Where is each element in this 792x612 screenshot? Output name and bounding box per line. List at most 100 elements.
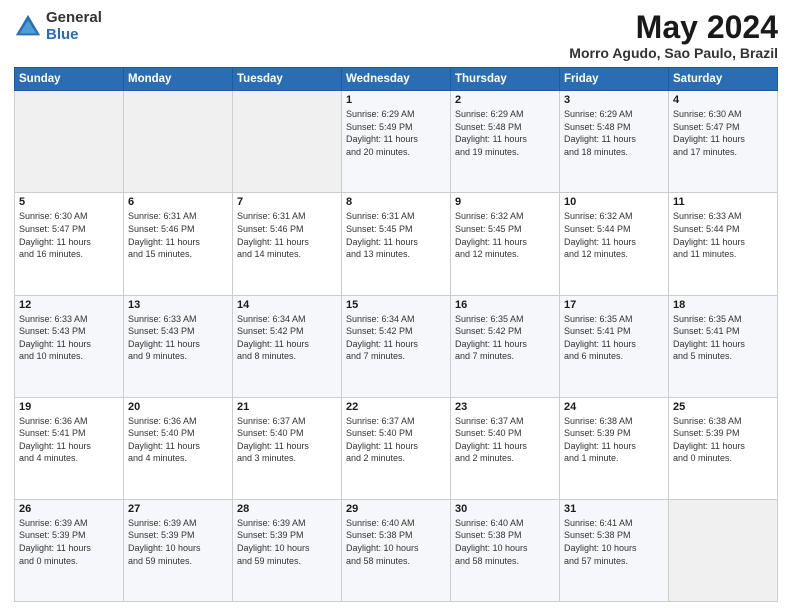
day-info-w1-d5: Sunrise: 6:32 AMSunset: 5:44 PMDaylight:… [564,210,664,260]
calendar-cell-w2-d5: 17Sunrise: 6:35 AMSunset: 5:41 PMDayligh… [560,295,669,397]
calendar-cell-w4-d6 [669,499,778,601]
calendar-cell-w1-d3: 8 Sunrise: 6:31 AMSunset: 5:45 PMDaylight… [342,193,451,295]
day-info-w3-d4: Sunrise: 6:37 AMSunset: 5:40 PMDaylight:… [455,415,555,465]
calendar-cell-w4-d4: 30Sunrise: 6:40 AMSunset: 5:38 PMDayligh… [451,499,560,601]
calendar-week-1: 5 Sunrise: 6:30 AMSunset: 5:47 PMDaylight… [15,193,778,295]
day-number-w3-d1: 20 [128,401,228,413]
calendar-cell-w1-d2: 7 Sunrise: 6:31 AMSunset: 5:46 PMDaylight… [233,193,342,295]
day-number-w1-d6: 11 [673,196,773,208]
day-number-w1-d0: 5 [19,196,119,208]
calendar-cell-w2-d4: 16 Sunrise: 6:35 AMSunset: 5:42 PMDayligh… [451,295,560,397]
calendar-cell-w0-d6: 4Sunrise: 6:30 AMSunset: 5:47 PMDaylight… [669,91,778,193]
day-number-w3-d5: 24 [564,401,664,413]
day-number-w4-d5: 31 [564,503,664,515]
page: General Blue May 2024 Morro Agudo, Sao P… [0,0,792,612]
calendar-cell-w2-d2: 14 Sunrise: 6:34 AMSunset: 5:42 PMDayligh… [233,295,342,397]
day-info-w3-d3: Sunrise: 6:37 AMSunset: 5:40 PMDaylight:… [346,415,446,465]
calendar-cell-w1-d0: 5 Sunrise: 6:30 AMSunset: 5:47 PMDaylight… [15,193,124,295]
logo-text: General Blue [46,10,102,43]
calendar-cell-w0-d4: 2 Sunrise: 6:29 AMSunset: 5:48 PMDaylight… [451,91,560,193]
day-info-w1-d4: Sunrise: 6:32 AMSunset: 5:45 PMDaylight:… [455,210,555,260]
day-number-w0-d6: 4 [673,94,773,106]
day-number-w2-d3: 15 [346,299,446,311]
logo-blue-text: Blue [46,27,102,44]
calendar-week-3: 19 Sunrise: 6:36 AMSunset: 5:41 PMDayligh… [15,397,778,499]
calendar-cell-w3-d6: 25Sunrise: 6:38 AMSunset: 5:39 PMDayligh… [669,397,778,499]
calendar-week-0: 1 Sunrise: 6:29 AMSunset: 5:49 PMDaylight… [15,91,778,193]
calendar-cell-w0-d2 [233,91,342,193]
calendar-cell-w3-d2: 21 Sunrise: 6:37 AMSunset: 5:40 PMDayligh… [233,397,342,499]
day-number-w3-d6: 25 [673,401,773,413]
day-info-w0-d4: Sunrise: 6:29 AMSunset: 5:48 PMDaylight:… [455,108,555,158]
day-number-w0-d4: 2 [455,94,555,106]
calendar-cell-w1-d1: 6 Sunrise: 6:31 AMSunset: 5:46 PMDaylight… [124,193,233,295]
title-block: May 2024 Morro Agudo, Sao Paulo, Brazil [569,10,778,61]
day-number-w1-d3: 8 [346,196,446,208]
day-number-w1-d2: 7 [237,196,337,208]
day-info-w2-d0: Sunrise: 6:33 AMSunset: 5:43 PMDaylight:… [19,313,119,363]
day-info-w2-d1: Sunrise: 6:33 AMSunset: 5:43 PMDaylight:… [128,313,228,363]
calendar-cell-w2-d3: 15Sunrise: 6:34 AMSunset: 5:42 PMDayligh… [342,295,451,397]
day-number-w3-d0: 19 [19,401,119,413]
day-info-w4-d1: Sunrise: 6:39 AMSunset: 5:39 PMDaylight:… [128,517,228,567]
title-month: May 2024 [569,10,778,45]
calendar-cell-w2-d0: 12 Sunrise: 6:33 AMSunset: 5:43 PMDayligh… [15,295,124,397]
day-info-w1-d3: Sunrise: 6:31 AMSunset: 5:45 PMDaylight:… [346,210,446,260]
day-number-w2-d2: 14 [237,299,337,311]
day-info-w1-d2: Sunrise: 6:31 AMSunset: 5:46 PMDaylight:… [237,210,337,260]
day-info-w4-d0: Sunrise: 6:39 AMSunset: 5:39 PMDaylight:… [19,517,119,567]
calendar-week-2: 12 Sunrise: 6:33 AMSunset: 5:43 PMDayligh… [15,295,778,397]
header: General Blue May 2024 Morro Agudo, Sao P… [14,10,778,61]
header-tuesday: Tuesday [233,68,342,91]
calendar-cell-w0-d0 [15,91,124,193]
day-number-w4-d0: 26 [19,503,119,515]
day-info-w2-d4: Sunrise: 6:35 AMSunset: 5:42 PMDaylight:… [455,313,555,363]
calendar-cell-w1-d4: 9Sunrise: 6:32 AMSunset: 5:45 PMDaylight… [451,193,560,295]
day-info-w4-d2: Sunrise: 6:39 AMSunset: 5:39 PMDaylight:… [237,517,337,567]
day-info-w1-d0: Sunrise: 6:30 AMSunset: 5:47 PMDaylight:… [19,210,119,260]
calendar-cell-w0-d3: 1 Sunrise: 6:29 AMSunset: 5:49 PMDaylight… [342,91,451,193]
day-number-w2-d0: 12 [19,299,119,311]
calendar-cell-w4-d3: 29 Sunrise: 6:40 AMSunset: 5:38 PMDayligh… [342,499,451,601]
day-number-w4-d1: 27 [128,503,228,515]
calendar-header-row: Sunday Monday Tuesday Wednesday Thursday… [15,68,778,91]
calendar-cell-w3-d3: 22 Sunrise: 6:37 AMSunset: 5:40 PMDayligh… [342,397,451,499]
day-info-w4-d5: Sunrise: 6:41 AMSunset: 5:38 PMDaylight:… [564,517,664,567]
calendar-cell-w1-d6: 11 Sunrise: 6:33 AMSunset: 5:44 PMDayligh… [669,193,778,295]
day-number-w0-d5: 3 [564,94,664,106]
calendar-cell-w3-d5: 24Sunrise: 6:38 AMSunset: 5:39 PMDayligh… [560,397,669,499]
header-wednesday: Wednesday [342,68,451,91]
day-info-w0-d3: Sunrise: 6:29 AMSunset: 5:49 PMDaylight:… [346,108,446,158]
calendar-cell-w4-d5: 31 Sunrise: 6:41 AMSunset: 5:38 PMDayligh… [560,499,669,601]
day-number-w3-d3: 22 [346,401,446,413]
calendar-cell-w4-d1: 27 Sunrise: 6:39 AMSunset: 5:39 PMDayligh… [124,499,233,601]
header-thursday: Thursday [451,68,560,91]
day-info-w1-d6: Sunrise: 6:33 AMSunset: 5:44 PMDaylight:… [673,210,773,260]
day-info-w3-d1: Sunrise: 6:36 AMSunset: 5:40 PMDaylight:… [128,415,228,465]
header-monday: Monday [124,68,233,91]
day-info-w3-d0: Sunrise: 6:36 AMSunset: 5:41 PMDaylight:… [19,415,119,465]
calendar-cell-w1-d5: 10Sunrise: 6:32 AMSunset: 5:44 PMDayligh… [560,193,669,295]
day-info-w4-d3: Sunrise: 6:40 AMSunset: 5:38 PMDaylight:… [346,517,446,567]
day-info-w4-d4: Sunrise: 6:40 AMSunset: 5:38 PMDaylight:… [455,517,555,567]
calendar-cell-w4-d0: 26 Sunrise: 6:39 AMSunset: 5:39 PMDayligh… [15,499,124,601]
day-number-w2-d1: 13 [128,299,228,311]
logo-general-text: General [46,10,102,27]
day-number-w0-d3: 1 [346,94,446,106]
calendar-cell-w2-d1: 13 Sunrise: 6:33 AMSunset: 5:43 PMDayligh… [124,295,233,397]
calendar-cell-w4-d2: 28Sunrise: 6:39 AMSunset: 5:39 PMDayligh… [233,499,342,601]
day-number-w2-d4: 16 [455,299,555,311]
day-number-w3-d4: 23 [455,401,555,413]
day-number-w1-d1: 6 [128,196,228,208]
day-number-w2-d6: 18 [673,299,773,311]
calendar-cell-w2-d6: 18 Sunrise: 6:35 AMSunset: 5:41 PMDayligh… [669,295,778,397]
calendar-cell-w3-d1: 20 Sunrise: 6:36 AMSunset: 5:40 PMDayligh… [124,397,233,499]
day-info-w3-d2: Sunrise: 6:37 AMSunset: 5:40 PMDaylight:… [237,415,337,465]
day-number-w4-d3: 29 [346,503,446,515]
calendar-week-4: 26 Sunrise: 6:39 AMSunset: 5:39 PMDayligh… [15,499,778,601]
day-info-w2-d2: Sunrise: 6:34 AMSunset: 5:42 PMDaylight:… [237,313,337,363]
day-number-w3-d2: 21 [237,401,337,413]
day-info-w1-d1: Sunrise: 6:31 AMSunset: 5:46 PMDaylight:… [128,210,228,260]
logo: General Blue [14,10,102,43]
day-info-w2-d6: Sunrise: 6:35 AMSunset: 5:41 PMDaylight:… [673,313,773,363]
